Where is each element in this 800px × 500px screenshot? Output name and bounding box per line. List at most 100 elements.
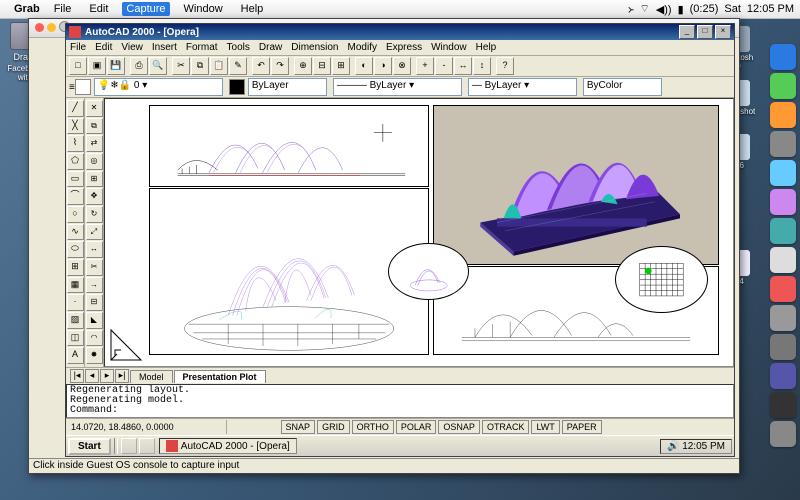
dock-app-icon[interactable]	[770, 73, 796, 99]
dock-app-icon[interactable]	[770, 131, 796, 157]
dock-app-icon[interactable]	[770, 218, 796, 244]
acad-menu-view[interactable]: View	[121, 42, 143, 53]
taskbar-task[interactable]: AutoCAD 2000 - [Opera]	[159, 438, 297, 454]
tab-next-button[interactable]: ▸	[100, 369, 114, 383]
acad-titlebar[interactable]: AutoCAD 2000 - [Opera] _ □ ×	[66, 24, 734, 40]
color-combo[interactable]: ByLayer	[248, 78, 327, 96]
snap-toggle[interactable]: SNAP	[281, 420, 316, 434]
tool-button[interactable]: ◐	[355, 57, 373, 75]
point-tool-icon[interactable]: ·	[67, 294, 84, 311]
volume-icon[interactable]: ◀))	[656, 3, 672, 16]
help-button[interactable]: ?	[496, 57, 514, 75]
grid-toggle[interactable]: GRID	[317, 420, 350, 434]
acad-menu-window[interactable]: Window	[431, 42, 467, 53]
color-swatch[interactable]	[229, 79, 245, 95]
dock-app-icon[interactable]	[770, 102, 796, 128]
open-button[interactable]: ▣	[88, 57, 106, 75]
acad-menu-help[interactable]: Help	[476, 42, 497, 53]
dock-app-icon[interactable]	[770, 189, 796, 215]
mac-menu-capture[interactable]: Capture	[122, 2, 169, 16]
arc-tool-icon[interactable]: ⌒	[67, 188, 84, 205]
acad-menu-modify[interactable]: Modify	[348, 42, 377, 53]
circle-tool-icon[interactable]: ○	[67, 206, 84, 223]
save-button[interactable]: 💾	[107, 57, 125, 75]
paper-toggle[interactable]: PAPER	[562, 420, 602, 434]
tab-prev-button[interactable]: ◂	[85, 369, 99, 383]
linetype-combo[interactable]: ——— ByLayer ▾	[333, 78, 462, 96]
preview-button[interactable]: 🔍	[149, 57, 167, 75]
battery-icon[interactable]: ▮	[678, 3, 684, 16]
dock-trash-icon[interactable]	[770, 421, 796, 447]
ellipse-tool-icon[interactable]: ⬭	[67, 241, 84, 258]
redo-button[interactable]: ↷	[271, 57, 289, 75]
maximize-button[interactable]: □	[697, 25, 713, 39]
close-traffic-light[interactable]	[35, 23, 44, 32]
copy-button[interactable]: ⧉	[191, 57, 209, 75]
lwt-toggle[interactable]: LWT	[531, 420, 559, 434]
viewport-elevation[interactable]	[149, 105, 429, 187]
extend-tool-icon[interactable]: →	[86, 277, 103, 294]
tab-first-button[interactable]: |◂	[70, 369, 84, 383]
undo-button[interactable]: ↶	[252, 57, 270, 75]
hatch-tool-icon[interactable]: ▨	[67, 312, 84, 329]
minimize-button[interactable]: _	[679, 25, 695, 39]
offset-tool-icon[interactable]: ◎	[86, 153, 103, 170]
quicklaunch-icon[interactable]	[139, 438, 155, 454]
tool-button[interactable]: +	[416, 57, 434, 75]
acad-menu-express[interactable]: Express	[386, 42, 422, 53]
dock-app-icon[interactable]	[770, 247, 796, 273]
dock-app-icon[interactable]	[770, 160, 796, 186]
viewport-detail-1[interactable]	[388, 243, 470, 300]
text-tool-icon[interactable]: A	[67, 347, 84, 364]
trim-tool-icon[interactable]: ✂	[86, 259, 103, 276]
cut-button[interactable]: ✂	[172, 57, 190, 75]
xline-tool-icon[interactable]: ╳	[67, 118, 84, 135]
acad-menu-edit[interactable]: Edit	[95, 42, 112, 53]
scale-tool-icon[interactable]: ⤢	[86, 224, 103, 241]
move-tool-icon[interactable]: ✥	[86, 188, 103, 205]
dock-app-icon[interactable]	[770, 392, 796, 418]
tool-button[interactable]: ↕	[473, 57, 491, 75]
mac-app-name[interactable]: Grab	[14, 3, 40, 15]
paste-button[interactable]: 📋	[210, 57, 228, 75]
mac-menu-help[interactable]: Help	[237, 2, 268, 16]
explode-tool-icon[interactable]: ✸	[86, 347, 103, 364]
tab-presentation-plot[interactable]: Presentation Plot	[174, 370, 266, 383]
fillet-tool-icon[interactable]: ◠	[86, 330, 103, 347]
chamfer-tool-icon[interactable]: ◣	[86, 312, 103, 329]
spline-tool-icon[interactable]: ∿	[67, 224, 84, 241]
layer-color-swatch[interactable]	[75, 79, 91, 95]
tool-button[interactable]: ⊞	[332, 57, 350, 75]
region-tool-icon[interactable]: ◫	[67, 330, 84, 347]
otrack-toggle[interactable]: OTRACK	[482, 420, 530, 434]
tab-last-button[interactable]: ▸|	[115, 369, 129, 383]
osnap-toggle[interactable]: OSNAP	[438, 420, 480, 434]
ortho-toggle[interactable]: ORTHO	[352, 420, 394, 434]
layer-combo[interactable]: 💡❄🔒 0 ▾	[94, 78, 223, 96]
dock-finder-icon[interactable]	[770, 44, 796, 70]
wifi-icon[interactable]: ⌔	[639, 2, 649, 16]
dock-app-icon[interactable]	[770, 305, 796, 331]
dock-app-icon[interactable]	[770, 334, 796, 360]
tool-button[interactable]: ⊗	[393, 57, 411, 75]
tool-button[interactable]: ⊕	[294, 57, 312, 75]
tool-button[interactable]: ◑	[374, 57, 392, 75]
rotate-tool-icon[interactable]: ↻	[86, 206, 103, 223]
block-tool-icon[interactable]: ▦	[67, 277, 84, 294]
tool-button[interactable]: ⊟	[313, 57, 331, 75]
tool-button[interactable]: -	[435, 57, 453, 75]
rectangle-tool-icon[interactable]: ▭	[67, 171, 84, 188]
acad-menu-file[interactable]: File	[70, 42, 86, 53]
dock-app-icon[interactable]	[770, 276, 796, 302]
viewport-3d-shaded[interactable]	[433, 105, 719, 265]
array-tool-icon[interactable]: ⊞	[86, 171, 103, 188]
new-button[interactable]: □	[69, 57, 87, 75]
acad-menu-tools[interactable]: Tools	[227, 42, 250, 53]
viewport-detail-2[interactable]	[615, 246, 708, 313]
system-tray[interactable]: 🔊 12:05 PM	[660, 439, 732, 454]
drawing-area[interactable]	[104, 98, 734, 367]
mirror-tool-icon[interactable]: ⇄	[86, 135, 103, 152]
copy-tool-icon[interactable]: ⧉	[86, 118, 103, 135]
break-tool-icon[interactable]: ⊟	[86, 294, 103, 311]
mac-menu-edit[interactable]: Edit	[85, 2, 112, 16]
